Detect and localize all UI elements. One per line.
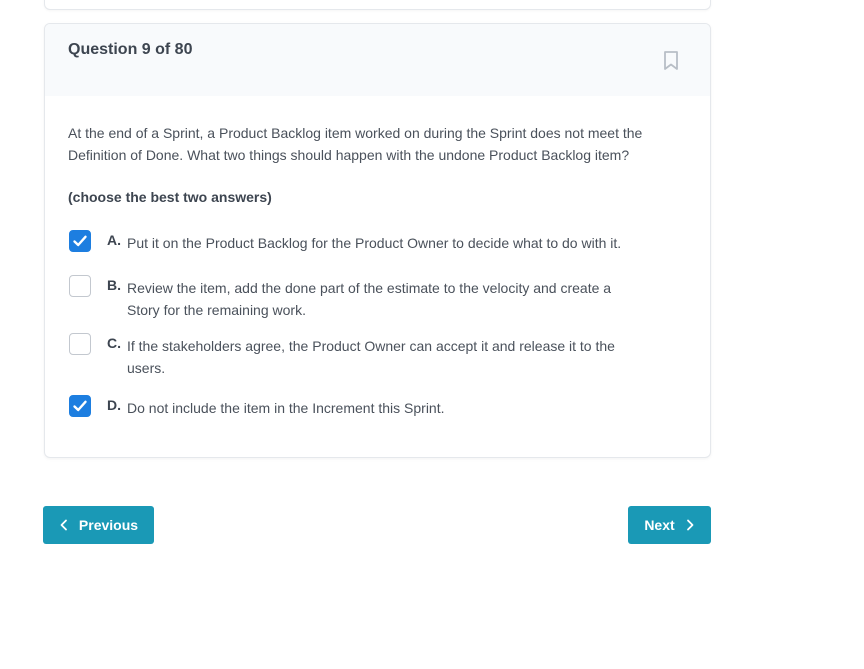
- option-c-letter: C.: [107, 335, 121, 351]
- option-b-letter: B.: [107, 277, 121, 293]
- checkmark-icon: [73, 235, 87, 247]
- option-b-text: Review the item, add the done part of th…: [127, 280, 612, 318]
- previous-button[interactable]: Previous: [43, 506, 154, 544]
- option-c-text: If the stakeholders agree, the Product O…: [127, 338, 615, 376]
- question-hint: (choose the best two answers): [68, 189, 272, 205]
- question-card: Question 9 of 80 At the end of a Sprint,…: [44, 23, 711, 458]
- option-d-letter: D.: [107, 397, 121, 413]
- question-header: Question 9 of 80: [45, 24, 710, 96]
- option-a-text: Put it on the Product Backlog for the Pr…: [127, 235, 622, 251]
- bookmark-icon[interactable]: [660, 49, 682, 71]
- option-b-checkbox[interactable]: [69, 275, 91, 297]
- option-a-checkbox[interactable]: [69, 230, 91, 252]
- question-text: At the end of a Sprint, a Product Backlo…: [68, 125, 643, 163]
- next-button[interactable]: Next: [628, 506, 711, 544]
- option-d-checkbox[interactable]: [69, 395, 91, 417]
- next-button-label: Next: [644, 517, 675, 533]
- checkmark-icon: [73, 400, 87, 412]
- previous-button-label: Previous: [78, 517, 139, 533]
- chevron-right-icon: [686, 519, 694, 531]
- option-d-text: Do not include the item in the Increment…: [127, 400, 445, 416]
- previous-question-card: [44, 0, 711, 10]
- option-a-letter: A.: [107, 232, 121, 248]
- option-c-checkbox[interactable]: [69, 333, 91, 355]
- chevron-left-icon: [60, 519, 67, 531]
- question-title: Question 9 of 80: [68, 41, 193, 58]
